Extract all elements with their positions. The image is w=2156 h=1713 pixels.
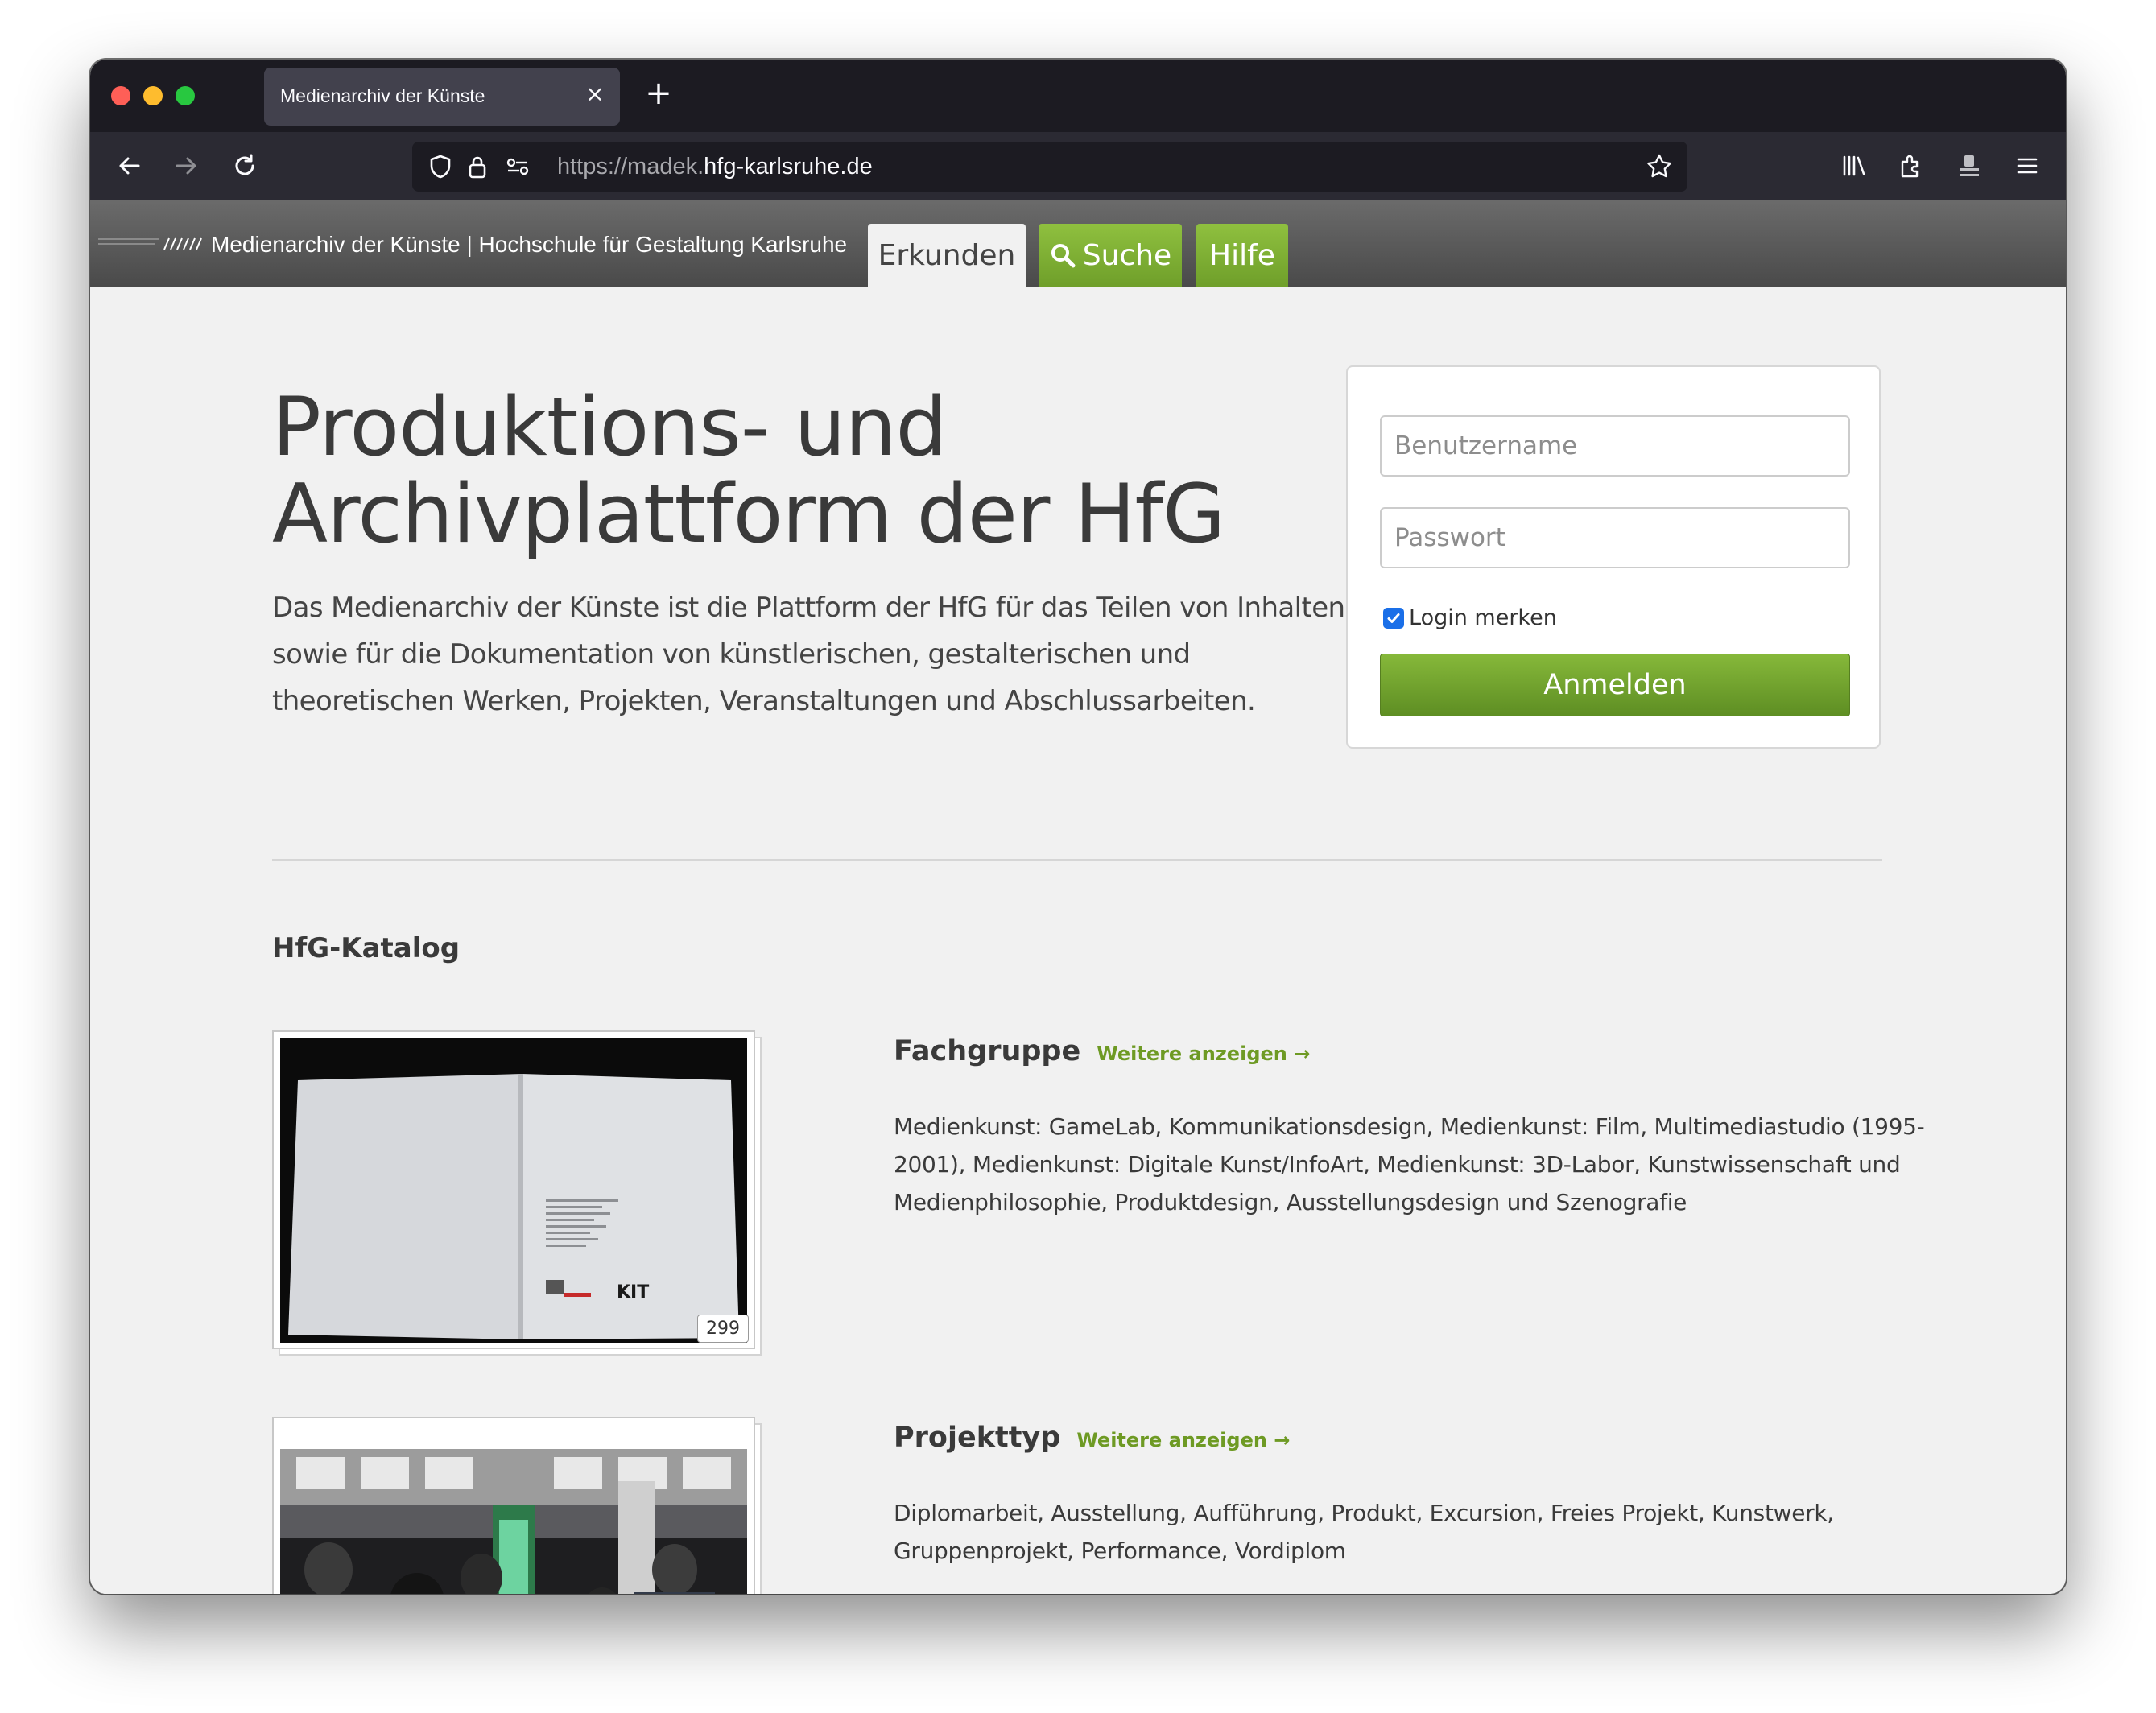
tab-title: Medienarchiv der Künste <box>280 85 485 106</box>
catalog-section-title[interactable]: Projekttyp <box>894 1422 1060 1454</box>
catalog-thumbnail-projekttyp[interactable] <box>272 1417 762 1594</box>
hfg-logo-icon[interactable] <box>98 235 204 253</box>
remember-checkbox[interactable] <box>1383 607 1404 629</box>
catalog-section-header: Projekttyp Weitere anzeigen → <box>894 1422 1290 1454</box>
minimize-window-button[interactable] <box>143 86 163 105</box>
site-header: Medienarchiv der Künste | Hochschule für… <box>90 200 2066 287</box>
forward-icon[interactable] <box>166 145 208 187</box>
shield-icon[interactable] <box>423 150 457 184</box>
catalog-section-title[interactable]: Fachgruppe <box>894 1035 1080 1067</box>
check-icon <box>1387 613 1400 623</box>
nav-tab-hilfe-label: Hilfe <box>1209 238 1275 272</box>
nav-tab-suche-label: Suche <box>1082 238 1172 272</box>
catalog-title: HfG-Katalog <box>272 932 461 964</box>
browser-toolbar: https://madek.hfg-karlsruhe.de <box>90 132 2066 200</box>
site-brand[interactable]: Medienarchiv der Künste | Hochschule für… <box>211 232 847 258</box>
item-count-badge: 299 <box>697 1315 749 1343</box>
url-prefix: https://madek. <box>557 154 704 180</box>
browser-window: Medienarchiv der Künste × + https://made… <box>90 60 2066 1594</box>
account-icon[interactable] <box>1948 145 1990 187</box>
plus-icon[interactable]: + <box>641 77 676 113</box>
catalog-section-header: Fachgruppe Weitere anzeigen → <box>894 1035 1310 1067</box>
remember-label: Login merken <box>1409 605 1557 630</box>
browser-tab-active[interactable]: Medienarchiv der Künste × <box>264 68 620 126</box>
login-button[interactable]: Anmelden <box>1380 654 1850 716</box>
close-window-button[interactable] <box>111 86 130 105</box>
page-title-line-2: Archivplattform der HfG <box>272 466 1225 561</box>
url-text[interactable]: https://madek.hfg-karlsruhe.de <box>557 154 873 180</box>
show-more-link[interactable]: Weitere anzeigen → <box>1097 1042 1310 1065</box>
thumbnail-image <box>280 1449 747 1594</box>
reload-icon[interactable] <box>224 145 266 187</box>
catalog-section-items[interactable]: Medienkunst: GameLab, Kommunikationsdesi… <box>894 1108 1989 1221</box>
thumbnail-image: KIT <box>280 1038 747 1343</box>
catalog-thumbnail-fachgruppe[interactable]: KIT 299 <box>272 1030 762 1356</box>
password-input[interactable] <box>1380 507 1850 568</box>
browser-titlebar: Medienarchiv der Künste × + <box>90 60 2066 132</box>
login-button-label: Anmelden <box>1543 669 1687 701</box>
show-more-link[interactable]: Weitere anzeigen → <box>1076 1429 1290 1451</box>
search-icon <box>1049 241 1076 269</box>
zoom-window-button[interactable] <box>176 86 195 105</box>
library-icon[interactable] <box>1832 145 1874 187</box>
star-icon[interactable] <box>1642 150 1676 184</box>
nav-tab-hilfe[interactable]: Hilfe <box>1196 224 1288 287</box>
page-title-line-1: Produktions- und <box>272 379 948 474</box>
page-title: Produktions- und Archivplattform der HfG <box>272 383 1399 557</box>
url-domain: hfg-karlsruhe.de <box>704 154 873 180</box>
thumbnail-card: KIT 299 <box>272 1030 755 1349</box>
address-bar[interactable]: https://madek.hfg-karlsruhe.de <box>412 142 1687 192</box>
close-icon[interactable]: × <box>583 82 607 106</box>
nav-tab-erkunden-label: Erkunden <box>878 238 1016 272</box>
catalog-section-items[interactable]: Diplomarbeit, Ausstellung, Aufführung, P… <box>894 1494 1860 1570</box>
remember-login[interactable]: Login merken <box>1383 605 1557 630</box>
login-form: Login merken Anmelden <box>1346 365 1881 749</box>
nav-tab-suche[interactable]: Suche <box>1039 224 1182 287</box>
thumbnail-card <box>272 1417 755 1594</box>
menu-icon[interactable] <box>2006 145 2048 187</box>
intro-text: Das Medienarchiv der Künste ist die Plat… <box>272 592 1345 717</box>
lock-icon[interactable] <box>461 150 494 184</box>
permissions-icon[interactable] <box>501 150 535 184</box>
extensions-icon[interactable] <box>1890 145 1932 187</box>
username-input[interactable] <box>1380 415 1850 477</box>
svg-text:KIT: KIT <box>617 1282 649 1302</box>
nav-tab-erkunden[interactable]: Erkunden <box>868 224 1026 287</box>
back-icon[interactable] <box>108 145 150 187</box>
page-content: Produktions- und Archivplattform der HfG… <box>90 287 2066 1594</box>
section-divider <box>272 859 1882 861</box>
